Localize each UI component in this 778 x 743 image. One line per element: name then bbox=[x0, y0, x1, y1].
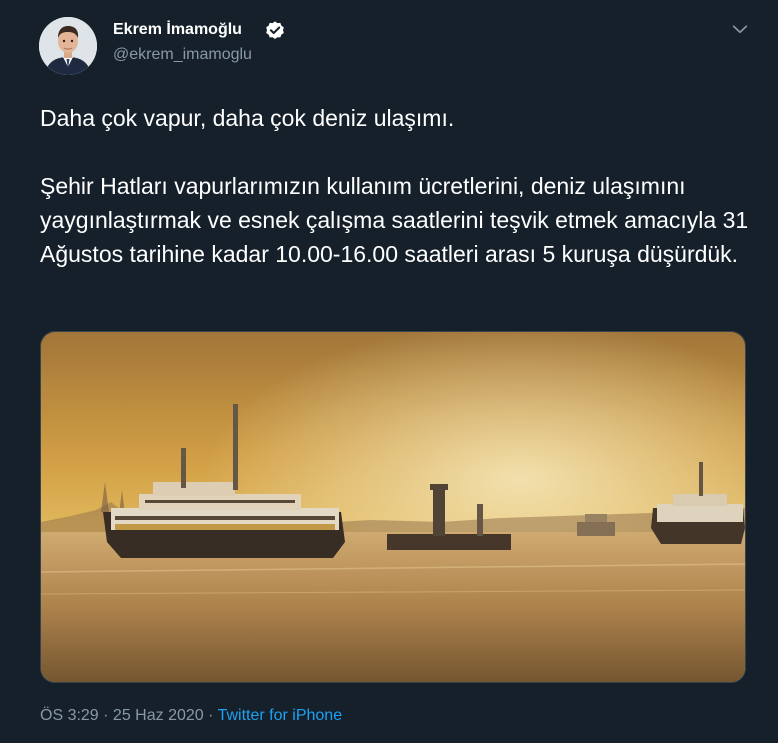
tweet-card: Ekrem İmamoğlu @ekrem_imamoglu Daha çok … bbox=[0, 0, 778, 743]
chevron-down-icon[interactable] bbox=[729, 18, 751, 40]
author-name[interactable]: Ekrem İmamoğlu bbox=[113, 21, 242, 39]
avatar[interactable] bbox=[39, 17, 97, 75]
verified-badge-icon bbox=[264, 20, 286, 42]
tweet-photo[interactable] bbox=[40, 331, 746, 683]
author-handle[interactable]: @ekrem_imamoglu bbox=[113, 46, 252, 64]
tweet-time[interactable]: ÖS 3:29 bbox=[40, 707, 99, 724]
tweet-date[interactable]: 25 Haz 2020 bbox=[113, 707, 204, 724]
tweet-source-link[interactable]: Twitter for iPhone bbox=[218, 707, 343, 724]
tweet-meta: ÖS 3:29 · 25 Haz 2020 · Twitter for iPho… bbox=[40, 707, 342, 725]
tweet-text-line1: Daha çok vapur, daha çok deniz ulaşımı. bbox=[40, 105, 455, 131]
tweet-text: Daha çok vapur, daha çok deniz ulaşımı. … bbox=[40, 101, 750, 271]
meta-separator: · bbox=[98, 707, 113, 724]
tweet-text-paragraph2: Şehir Hatları vapurlarımızın kullanım üc… bbox=[40, 173, 749, 267]
meta-separator: · bbox=[203, 707, 218, 724]
